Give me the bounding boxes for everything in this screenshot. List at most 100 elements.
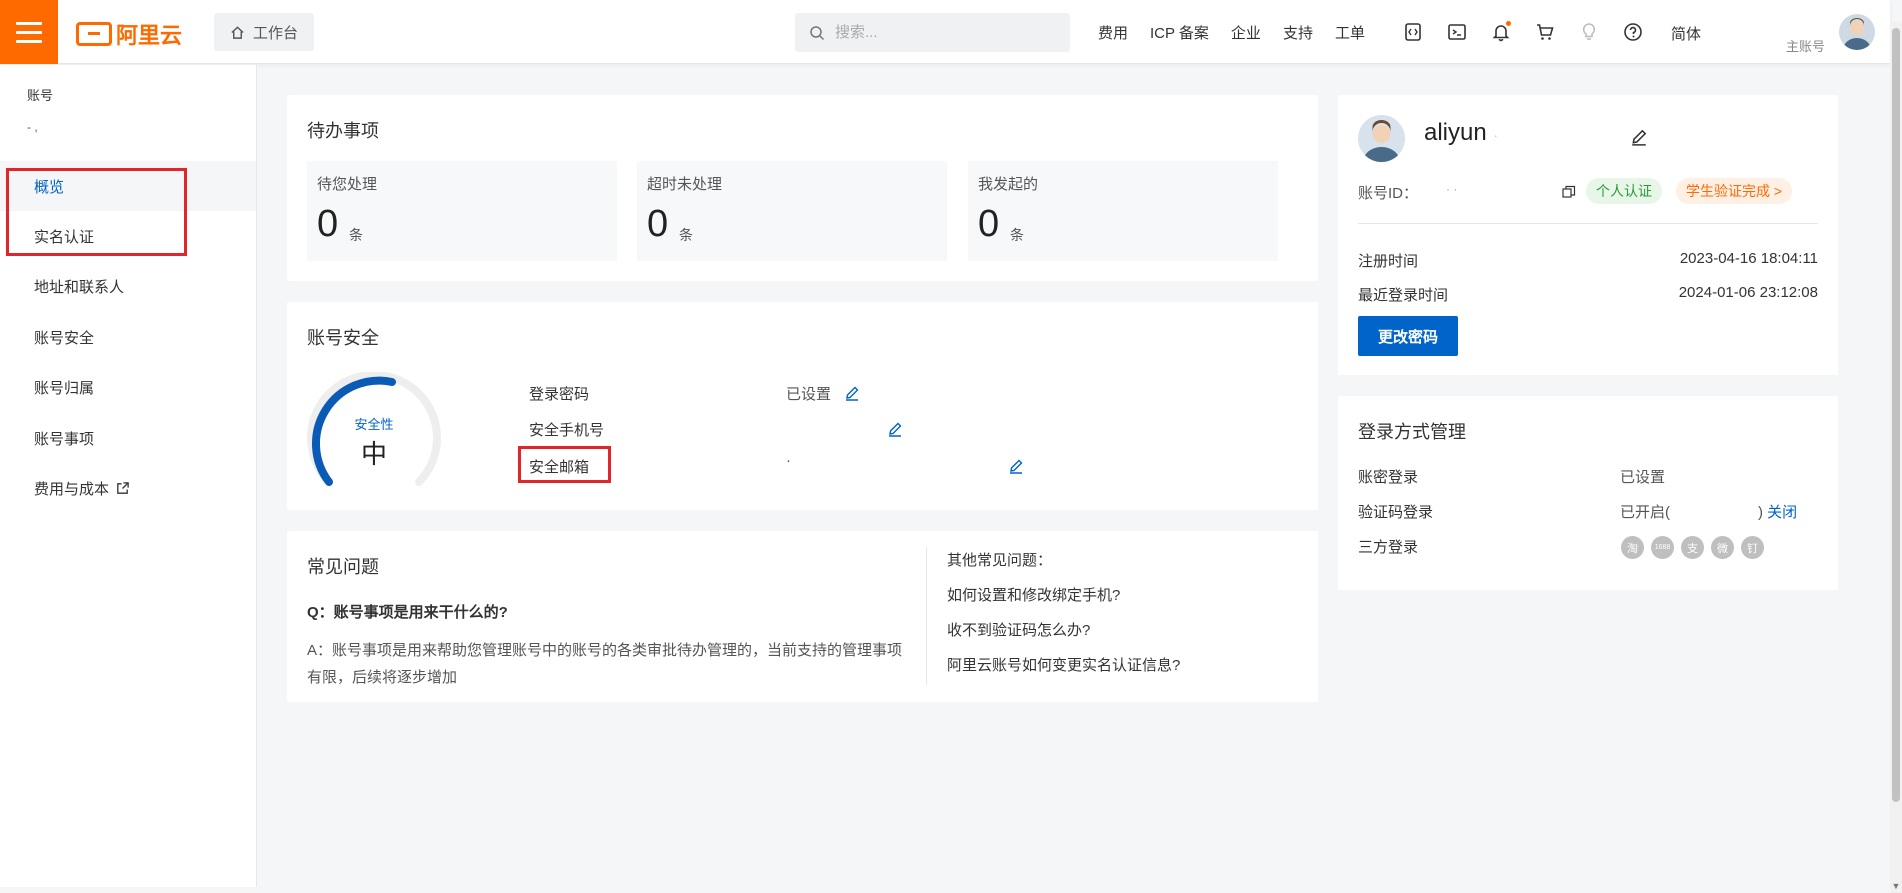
aliyun-logo[interactable]: 阿里云 xyxy=(76,18,182,50)
top-nav-icons xyxy=(1402,0,1644,64)
todo-label: 超时未处理 xyxy=(647,176,723,193)
profile-name-text: aliyun xyxy=(1424,119,1487,146)
todo-count: 0 xyxy=(978,203,1000,245)
copy-icon[interactable] xyxy=(1562,185,1576,199)
scroll-down-arrow-icon[interactable]: ▼ xyxy=(1890,881,1902,893)
vertical-scrollbar[interactable]: ▲ ▼ xyxy=(1890,22,1902,893)
sidebar-account-name: - , xyxy=(27,120,38,134)
todo-count: 0 xyxy=(317,203,339,245)
student-cert-badge[interactable]: 学生验证完成 > xyxy=(1676,178,1793,204)
alipay-icon[interactable]: 支 xyxy=(1681,536,1704,559)
notification-dot xyxy=(1506,21,1511,26)
pwd-login-value: 已设置 xyxy=(1620,469,1666,486)
sidebar-item-address[interactable]: 地址和联系人 xyxy=(0,261,256,311)
terminal-icon[interactable] xyxy=(1446,21,1468,43)
sidebar-item-overview[interactable]: 概览 xyxy=(0,161,256,211)
edit-phone-icon[interactable] xyxy=(887,421,903,437)
sidebar-item-real-name[interactable]: 实名认证 xyxy=(0,211,256,261)
nav-link-billing[interactable]: 费用 xyxy=(1098,22,1128,43)
third-party-login-label: 三方登录 xyxy=(1358,539,1419,556)
cart-icon[interactable] xyxy=(1534,21,1556,43)
sidebar-title: 账号 xyxy=(27,88,54,103)
taobao-icon[interactable]: 淘 xyxy=(1621,536,1644,559)
profile-card: aliyun · 账号ID： · · 个人认证 学生验证完成 > 注册时间 20… xyxy=(1338,95,1838,375)
faq-question: Q：账号事项是用来干什么的? xyxy=(307,604,508,621)
nav-link-enterprise[interactable]: 企业 xyxy=(1231,22,1261,43)
language-switch[interactable]: 简体 xyxy=(1671,23,1701,44)
todo-box-initiated[interactable]: 我发起的 0 条 xyxy=(968,161,1278,261)
sidebar-item-cost[interactable]: 费用与成本 xyxy=(0,463,256,513)
code-login-prefix: 已开启( xyxy=(1620,504,1670,521)
workbench-label: 工作台 xyxy=(252,24,298,42)
workbench-button[interactable]: 工作台 xyxy=(214,13,314,51)
profile-divider xyxy=(1358,223,1818,224)
search-input[interactable] xyxy=(835,24,1035,41)
sidebar-item-label: 地址和联系人 xyxy=(34,278,125,296)
faq-link-phone[interactable]: 如何设置和修改绑定手机? xyxy=(947,584,1120,605)
last-login-value: 2024-01-06 23:12:08 xyxy=(1678,284,1818,301)
faq-link-code[interactable]: 收不到验证码怎么办? xyxy=(947,619,1090,640)
gauge-label: 安全性 xyxy=(354,417,394,432)
gauge-value: 中 xyxy=(360,439,387,469)
code-login-suffix: ) xyxy=(1758,504,1763,521)
lightbulb-icon[interactable] xyxy=(1578,21,1600,43)
nav-link-ticket[interactable]: 工单 xyxy=(1335,22,1365,43)
profile-name: aliyun · xyxy=(1424,119,1498,147)
todo-box-pending[interactable]: 待您处理 0 条 xyxy=(307,161,617,261)
weibo-icon[interactable]: 微 xyxy=(1711,536,1734,559)
faq-title: 常见问题 xyxy=(307,557,379,577)
edit-password-icon[interactable] xyxy=(844,385,860,401)
sec-label-email: 安全邮箱 xyxy=(529,459,590,476)
help-icon[interactable] xyxy=(1622,21,1644,43)
search-icon xyxy=(810,25,825,40)
register-time-value: 2023-04-16 18:04:11 xyxy=(1679,250,1818,267)
1688-icon[interactable]: 1688 xyxy=(1651,536,1674,559)
faq-answer: A：账号事项是用来帮助您管理账号中的账号的各类审批待办管理的，当前支持的管理事项… xyxy=(307,642,903,686)
sec-label-password: 登录密码 xyxy=(529,386,590,403)
logo-text: 阿里云 xyxy=(116,23,183,48)
login-management-card: 登录方式管理 账密登录 已设置 验证码登录 已开启() 关闭 三方登录 淘 16… xyxy=(1338,396,1838,590)
user-avatar[interactable] xyxy=(1839,14,1875,50)
security-title: 账号安全 xyxy=(307,328,379,348)
profile-name-tail: · xyxy=(1493,127,1499,143)
dingtalk-icon[interactable]: 钉 xyxy=(1741,536,1764,559)
login-mgmt-title: 登录方式管理 xyxy=(1358,422,1466,442)
edit-email-icon[interactable] xyxy=(1008,458,1024,474)
security-card: 账号安全 安全性 中 登录密码 已设置 安全手机号 安全邮箱 · xyxy=(287,302,1318,510)
sec-value-password: 已设置 xyxy=(786,386,832,403)
personal-cert-badge: 个人认证 xyxy=(1586,178,1662,204)
sidebar-item-matters[interactable]: 账号事项 xyxy=(0,413,256,463)
logo-mark-icon xyxy=(76,22,112,46)
external-link-icon xyxy=(117,481,129,494)
sidebar: 账号 - , 概览 实名认证 地址和联系人 账号安全 账号归属 账号事项 费用与… xyxy=(0,65,257,887)
bell-icon[interactable] xyxy=(1490,21,1512,43)
change-password-button[interactable]: 更改密码 xyxy=(1358,316,1458,356)
todo-label: 我发起的 xyxy=(978,176,1039,193)
sidebar-item-label: 费用与成本 xyxy=(34,480,110,498)
code-icon[interactable] xyxy=(1402,21,1424,43)
sidebar-item-security[interactable]: 账号安全 xyxy=(0,312,256,362)
faq-card: 常见问题 Q：账号事项是用来干什么的? A：账号事项是用来帮助您管理账号中的账号… xyxy=(287,531,1318,702)
todo-box-overdue[interactable]: 超时未处理 0 条 xyxy=(637,161,947,261)
sidebar-item-label: 账号归属 xyxy=(34,379,95,397)
pwd-login-label: 账密登录 xyxy=(1358,469,1419,486)
sec-label-phone: 安全手机号 xyxy=(529,422,605,439)
faq-divider xyxy=(926,547,927,685)
code-login-close-link[interactable]: 关闭 xyxy=(1767,504,1797,521)
top-nav-links: 费用 ICP 备案 企业 支持 工单 xyxy=(1098,0,1365,64)
search-box[interactable] xyxy=(795,13,1070,52)
todo-unit: 条 xyxy=(679,227,693,243)
code-login-value: 已开启() 关闭 xyxy=(1620,501,1797,522)
todo-title: 待办事项 xyxy=(307,121,379,141)
account-id-label: 账号ID： xyxy=(1358,185,1419,202)
todo-unit: 条 xyxy=(1010,227,1024,243)
todo-card: 待办事项 待您处理 0 条 超时未处理 0 条 我发起的 0 条 xyxy=(287,95,1318,281)
hamburger-menu-button[interactable] xyxy=(0,0,58,64)
sidebar-item-ownership[interactable]: 账号归属 xyxy=(0,362,256,412)
nav-link-support[interactable]: 支持 xyxy=(1283,22,1313,43)
edit-name-icon[interactable] xyxy=(1630,128,1648,146)
nav-link-icp[interactable]: ICP 备案 xyxy=(1150,22,1209,43)
faq-link-realname[interactable]: 阿里云账号如何变更实名认证信息? xyxy=(947,654,1180,675)
scroll-thumb[interactable] xyxy=(1892,28,1900,802)
code-login-label: 验证码登录 xyxy=(1358,504,1434,521)
